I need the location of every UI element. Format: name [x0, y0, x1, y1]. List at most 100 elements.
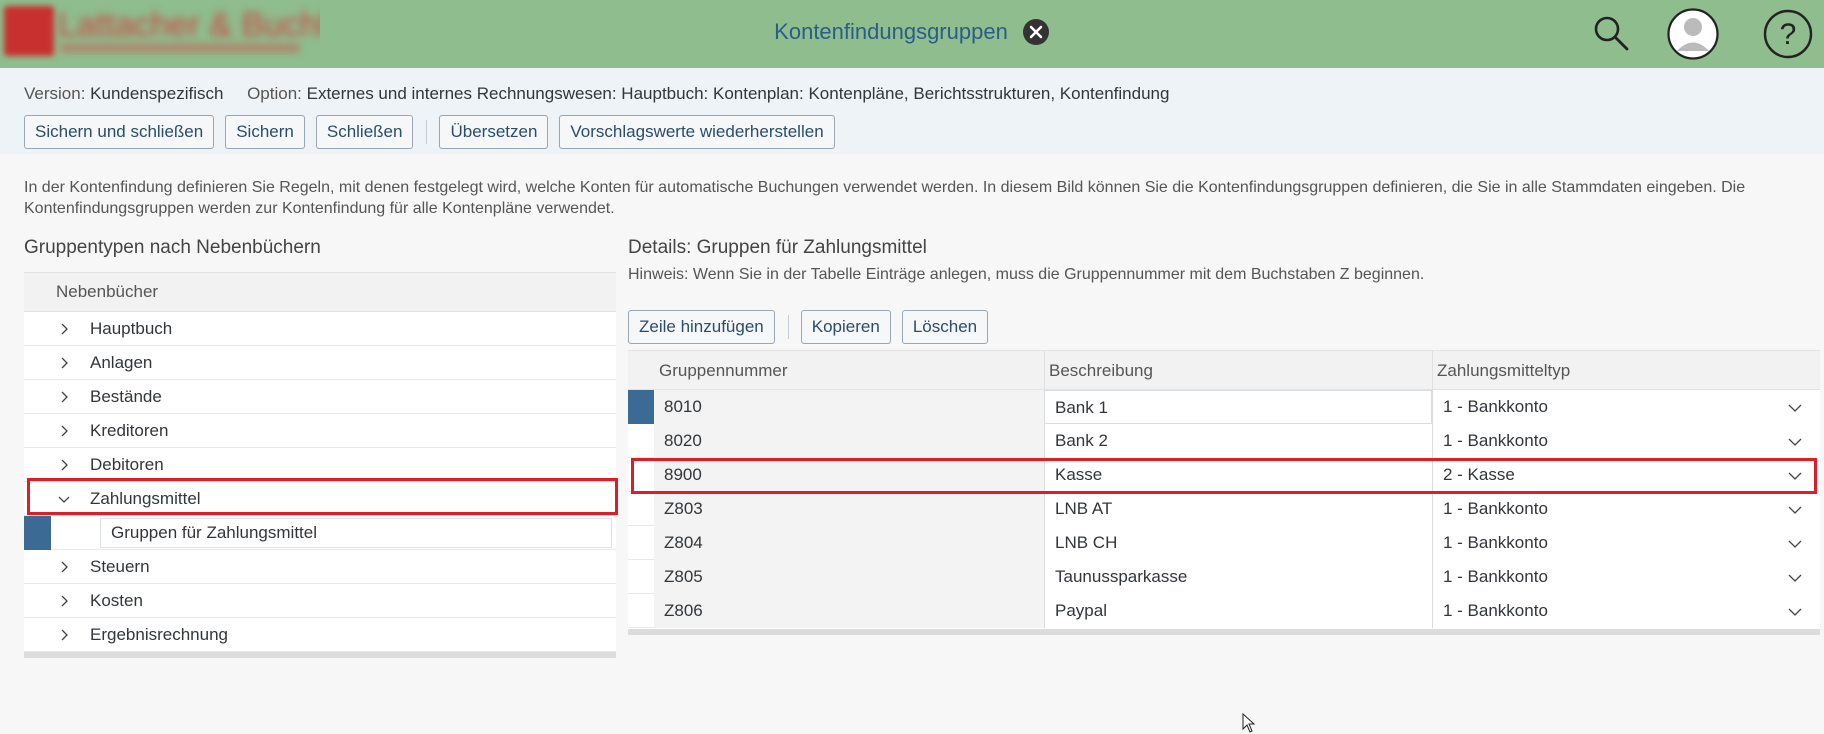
- save-button[interactable]: Sichern: [225, 115, 305, 149]
- logo-subline: [60, 44, 300, 52]
- payment-type-select[interactable]: 2 - Kasse: [1432, 458, 1820, 492]
- translate-button[interactable]: Übersetzen: [439, 115, 549, 149]
- tree-item-zahlungsmittel[interactable]: Zahlungsmittel: [24, 482, 616, 516]
- column-header-beschreibung[interactable]: Beschreibung: [1049, 351, 1153, 390]
- description-input[interactable]: Paypal: [1044, 594, 1432, 628]
- description-input[interactable]: LNB CH: [1044, 526, 1432, 560]
- tree-item-steuern[interactable]: Steuern: [24, 550, 616, 584]
- version-label: Version:: [24, 84, 86, 103]
- table-row[interactable]: Z803 LNB AT 1 - Bankkonto: [628, 492, 1820, 526]
- table-horizontal-scrollbar[interactable]: [628, 629, 1820, 635]
- tree-item-label: Anlagen: [90, 353, 153, 372]
- row-selector[interactable]: [628, 458, 654, 492]
- payment-type-value: 1 - Bankkonto: [1443, 397, 1548, 416]
- tree-horizontal-scrollbar[interactable]: [24, 652, 616, 658]
- table-row[interactable]: Z805 Taunussparkasse 1 - Bankkonto: [628, 560, 1820, 594]
- shell-header: Lattacher & Buchl Kontenfindungsgruppen …: [0, 0, 1824, 68]
- chevron-down-icon[interactable]: [1788, 608, 1802, 616]
- payment-type-value: 1 - Bankkonto: [1443, 533, 1548, 552]
- table-header: Gruppennummer Beschreibung Zahlungsmitte…: [628, 351, 1820, 390]
- description-input[interactable]: LNB AT: [1044, 492, 1432, 526]
- chevron-down-icon[interactable]: [1788, 472, 1802, 480]
- chevron-right-icon[interactable]: [58, 595, 70, 607]
- chevron-right-icon[interactable]: [58, 561, 70, 573]
- group-number-cell: 8900: [654, 458, 1069, 492]
- delete-button[interactable]: Löschen: [901, 310, 989, 344]
- group-number-cell: 8020: [654, 424, 1069, 458]
- chevron-down-icon[interactable]: [1788, 404, 1802, 412]
- logo-mark: [4, 6, 54, 56]
- avatar-icon[interactable]: [1667, 8, 1719, 60]
- copy-button[interactable]: Kopieren: [800, 310, 891, 344]
- chevron-down-icon[interactable]: [1788, 540, 1802, 548]
- add-row-button[interactable]: Zeile hinzufügen: [628, 310, 775, 344]
- save-and-close-button[interactable]: Sichern und schließen: [24, 115, 215, 149]
- company-logo[interactable]: Lattacher & Buchl: [0, 0, 320, 64]
- tree-item-kosten[interactable]: Kosten: [24, 584, 616, 618]
- column-header-zahlungsmitteltyp[interactable]: Zahlungsmitteltyp: [1437, 351, 1570, 390]
- tree-item-label: Gruppen für Zahlungsmittel: [111, 523, 317, 542]
- chevron-down-icon[interactable]: [1788, 574, 1802, 582]
- chevron-down-icon[interactable]: [1788, 506, 1802, 514]
- tree-item-label: Steuern: [90, 557, 150, 576]
- tree-item-anlagen[interactable]: Anlagen: [24, 346, 616, 380]
- row-selector[interactable]: [628, 424, 654, 458]
- selection-marker: [24, 516, 51, 550]
- option-value: Externes und internes Rechnungswesen: Ha…: [306, 84, 1170, 103]
- table-toolbar: Zeile hinzufügen Kopieren Löschen: [628, 310, 999, 344]
- chevron-right-icon[interactable]: [58, 323, 70, 335]
- column-divider: [1432, 351, 1433, 390]
- tree-item-bestaende[interactable]: Bestände: [24, 380, 616, 414]
- app-title: Kontenfindungsgruppen: [774, 19, 1008, 44]
- chevron-right-icon[interactable]: [58, 459, 70, 471]
- column-divider: [1044, 351, 1045, 390]
- tree-item-gruppen-fuer-zahlungsmittel[interactable]: Gruppen für Zahlungsmittel: [24, 516, 616, 550]
- payment-type-select[interactable]: 1 - Bankkonto: [1432, 594, 1820, 628]
- chevron-right-icon[interactable]: [58, 391, 70, 403]
- description-input[interactable]: Taunussparkasse: [1044, 560, 1432, 594]
- restore-defaults-button[interactable]: Vorschlagswerte wiederherstellen: [559, 115, 835, 149]
- tree-item-kreditoren[interactable]: Kreditoren: [24, 414, 616, 448]
- search-icon[interactable]: [1592, 14, 1630, 52]
- chevron-right-icon[interactable]: [58, 425, 70, 437]
- version-option-line: Version: Kundenspezifisch Option: Extern…: [24, 84, 1169, 104]
- table-row[interactable]: Z804 LNB CH 1 - Bankkonto: [628, 526, 1820, 560]
- payment-type-select[interactable]: 1 - Bankkonto: [1432, 492, 1820, 526]
- row-selector[interactable]: [628, 390, 654, 424]
- toolbar-separator: [787, 315, 789, 339]
- tree-item-debitoren[interactable]: Debitoren: [24, 448, 616, 482]
- payment-type-select[interactable]: 1 - Bankkonto: [1432, 424, 1820, 458]
- payment-type-select[interactable]: 1 - Bankkonto: [1432, 390, 1820, 424]
- row-selector[interactable]: [628, 492, 654, 526]
- page-description: In der Kontenfindung definieren Sie Rege…: [24, 179, 1746, 217]
- left-panel-title: Gruppentypen nach Nebenbüchern: [24, 237, 321, 258]
- table-row[interactable]: 8020 Bank 2 1 - Bankkonto: [628, 424, 1820, 458]
- tree-item-ergebnisrechnung[interactable]: Ergebnisrechnung: [24, 618, 616, 652]
- close-icon[interactable]: [1022, 18, 1050, 46]
- payment-type-select[interactable]: 1 - Bankkonto: [1432, 526, 1820, 560]
- table-row[interactable]: 8010 Bank 1 1 - Bankkonto: [628, 390, 1820, 424]
- description-input[interactable]: Bank 2: [1044, 424, 1432, 458]
- payment-type-select[interactable]: 1 - Bankkonto: [1432, 560, 1820, 594]
- chevron-right-icon[interactable]: [58, 629, 70, 641]
- description-input[interactable]: Kasse: [1044, 458, 1432, 492]
- payment-type-value: 1 - Bankkonto: [1443, 499, 1548, 518]
- table-row[interactable]: Z806 Paypal 1 - Bankkonto: [628, 594, 1820, 628]
- toolbar-separator: [426, 120, 428, 144]
- close-button[interactable]: Schließen: [315, 115, 414, 149]
- tree-item-hauptbuch[interactable]: Hauptbuch: [24, 312, 616, 346]
- details-title: Details: Gruppen für Zahlungsmittel: [628, 237, 927, 258]
- chevron-down-icon[interactable]: [58, 493, 70, 505]
- table-row[interactable]: 8900 Kasse 2 - Kasse: [628, 458, 1820, 492]
- subledger-tree: Nebenbücher Hauptbuch Anlagen Bestände K…: [24, 272, 616, 658]
- help-icon[interactable]: ?: [1763, 9, 1813, 59]
- row-selector[interactable]: [628, 594, 654, 628]
- chevron-down-icon[interactable]: [1788, 438, 1802, 446]
- row-selector[interactable]: [628, 526, 654, 560]
- group-number-cell: Z806: [654, 594, 1069, 628]
- description-input[interactable]: Bank 1: [1044, 390, 1432, 424]
- tree-column-header: Nebenbücher: [24, 273, 616, 312]
- chevron-right-icon[interactable]: [58, 357, 70, 369]
- column-header-gruppennummer[interactable]: Gruppennummer: [659, 351, 788, 390]
- row-selector[interactable]: [628, 560, 654, 594]
